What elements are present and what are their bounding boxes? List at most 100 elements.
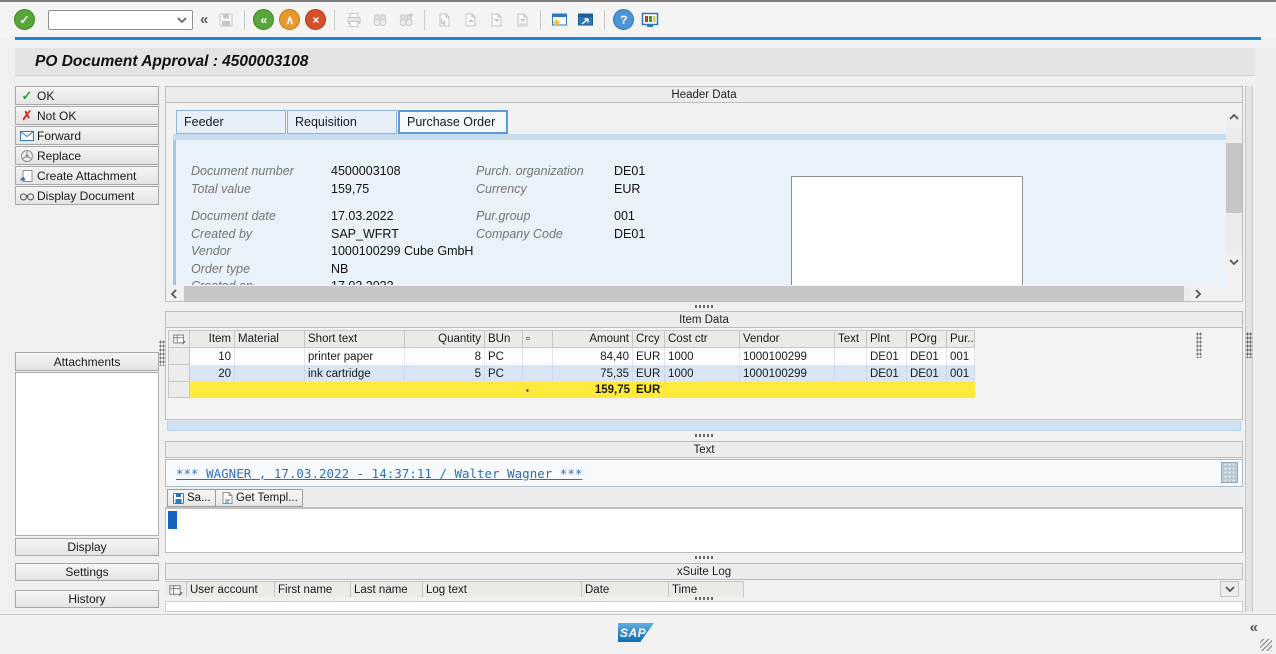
customize-layout-icon[interactable] — [639, 9, 660, 30]
get-template-button[interactable]: Get Templ... — [215, 489, 303, 507]
column-header-pur-[interactable]: Pur... — [947, 330, 975, 348]
cell-material[interactable] — [235, 365, 305, 382]
back-icon[interactable]: « — [253, 9, 274, 30]
cancel-icon[interactable]: × — [305, 9, 326, 30]
scroll-up-arrow[interactable] — [1226, 110, 1242, 126]
cell-plnt[interactable]: DE01 — [867, 365, 907, 382]
tab-requisition[interactable]: Requisition — [287, 110, 397, 134]
select-all-icon[interactable] — [168, 330, 190, 348]
xsuite-column-log-text[interactable]: Log text — [423, 581, 582, 597]
sidebar-button-forward[interactable]: Forward — [15, 126, 159, 145]
text-splitter-handle[interactable] — [695, 434, 715, 437]
scroll-left-arrow[interactable] — [167, 286, 183, 301]
attachments-header-button[interactable]: Attachments — [15, 352, 159, 371]
xsuite-lower-handle[interactable] — [695, 597, 715, 600]
column-header-quantity[interactable]: Quantity — [405, 330, 485, 348]
xsuite-scroll-down-arrow[interactable] — [1220, 581, 1239, 597]
xsuite-column-first-name[interactable]: First name — [275, 581, 351, 597]
tab-purchase-order[interactable]: Purchase Order — [398, 110, 508, 134]
sidebar-button-display[interactable]: Display — [15, 538, 159, 556]
text-scroll-handle[interactable] — [1221, 462, 1238, 483]
scroll-right-arrow[interactable] — [1190, 286, 1206, 301]
cell--[interactable] — [523, 365, 553, 382]
resize-grip-icon[interactable] — [1260, 639, 1272, 651]
exit-icon[interactable]: ∧ — [279, 9, 300, 30]
column-header-cost-ctr[interactable]: Cost ctr — [665, 330, 740, 348]
statusbar-collapse-button[interactable]: « — [1250, 619, 1258, 636]
row-selector[interactable] — [168, 365, 190, 382]
xsuite-column-time[interactable]: Time — [669, 581, 744, 597]
cell-pur-[interactable]: 001 — [947, 348, 975, 365]
chevron-down-icon[interactable] — [175, 13, 189, 27]
cell-bun[interactable]: PC — [485, 348, 523, 365]
column-header-amount[interactable]: Amount — [553, 330, 633, 348]
tab-feeder[interactable]: Feeder — [176, 110, 286, 134]
column-header-porg[interactable]: POrg — [907, 330, 947, 348]
column-header-bun[interactable]: BUn — [485, 330, 523, 348]
cell--[interactable] — [523, 348, 553, 365]
item-panel-grip[interactable] — [1196, 332, 1202, 358]
text-input-area[interactable] — [165, 508, 1243, 553]
attachments-panel[interactable] — [15, 372, 159, 536]
save-text-button[interactable]: Sa... — [167, 489, 216, 507]
new-session-icon[interactable] — [549, 9, 570, 30]
sidebar-button-ok[interactable]: ✓OK — [15, 86, 159, 105]
cell-short-text[interactable]: ink cartridge — [305, 365, 405, 382]
cell-crcy[interactable]: EUR — [633, 365, 665, 382]
column-header-material[interactable]: Material — [235, 330, 305, 348]
column-header-text[interactable]: Text — [835, 330, 867, 348]
cell-crcy[interactable]: EUR — [633, 348, 665, 365]
cell-quantity[interactable]: 8 — [405, 348, 485, 365]
item-data-splitter-handle[interactable] — [695, 305, 715, 308]
scroll-down-arrow[interactable] — [1226, 254, 1242, 270]
cell-text[interactable] — [835, 365, 867, 382]
column-header-short-text[interactable]: Short text — [305, 330, 405, 348]
cell-vendor[interactable]: 1000100299 — [740, 365, 835, 382]
sidebar-button-display-document[interactable]: Display Document — [15, 186, 159, 205]
sidebar-button-history[interactable]: History — [15, 590, 159, 608]
column-header-vendor[interactable]: Vendor — [740, 330, 835, 348]
cell-text[interactable] — [835, 348, 867, 365]
column-header--[interactable]: ▫ — [523, 330, 553, 348]
cell-material[interactable] — [235, 348, 305, 365]
scroll-thumb[interactable] — [184, 286, 1184, 301]
help-icon[interactable]: ? — [613, 9, 634, 30]
right-splitter-grip[interactable] — [1246, 332, 1252, 358]
sidebar-button-create-attachment[interactable]: Create Attachment — [15, 166, 159, 185]
xsuite-column-last-name[interactable]: Last name — [351, 581, 423, 597]
cell-item[interactable]: 20 — [190, 365, 235, 382]
sidebar-button-settings[interactable]: Settings — [15, 563, 159, 581]
collapse-toolbar-button[interactable]: « — [200, 11, 208, 28]
cell-plnt[interactable]: DE01 — [867, 348, 907, 365]
cell-vendor[interactable]: 1000100299 — [740, 348, 835, 365]
cell-cost-ctr[interactable]: 1000 — [665, 365, 740, 382]
cell-item[interactable]: 10 — [190, 348, 235, 365]
cell-pur-[interactable]: 001 — [947, 365, 975, 382]
cell-short-text[interactable]: printer paper — [305, 348, 405, 365]
row-selector[interactable] — [168, 348, 190, 365]
column-header-item[interactable]: Item — [190, 330, 235, 348]
generate-shortcut-icon[interactable] — [575, 9, 596, 30]
xsuite-column-date[interactable]: Date — [582, 581, 669, 597]
cell-amount[interactable]: 84,40 — [553, 348, 633, 365]
cell-porg[interactable]: DE01 — [907, 348, 947, 365]
sidebar-button-not-ok[interactable]: ✗Not OK — [15, 106, 159, 125]
cell-porg[interactable]: DE01 — [907, 365, 947, 382]
item-table-header[interactable]: ItemMaterialShort textQuantityBUn▫Amount… — [168, 330, 975, 348]
cell-amount[interactable]: 75,35 — [553, 365, 633, 382]
command-field[interactable] — [48, 10, 193, 30]
cell-bun[interactable]: PC — [485, 365, 523, 382]
sidebar-button-replace[interactable]: Replace — [15, 146, 159, 165]
item-row-10[interactable]: 10 printer paper8PC 84,40EUR10001000100299… — [168, 348, 975, 365]
item-row-20[interactable]: 20 ink cartridge5PC 75,35EUR10001000100299… — [168, 365, 975, 382]
enter-icon[interactable]: ✓ — [14, 9, 35, 30]
select-all-icon[interactable] — [165, 581, 187, 597]
xsuite-column-user-account[interactable]: User account — [187, 581, 275, 597]
column-header-crcy[interactable]: Crcy — [633, 330, 665, 348]
column-header-plnt[interactable]: Plnt — [867, 330, 907, 348]
cell-quantity[interactable]: 5 — [405, 365, 485, 382]
scroll-thumb[interactable] — [1226, 143, 1242, 213]
cell-cost-ctr[interactable]: 1000 — [665, 348, 740, 365]
xsuite-splitter-handle[interactable] — [695, 556, 715, 559]
item-total-row[interactable]: ▪159,75EUR — [168, 382, 975, 398]
